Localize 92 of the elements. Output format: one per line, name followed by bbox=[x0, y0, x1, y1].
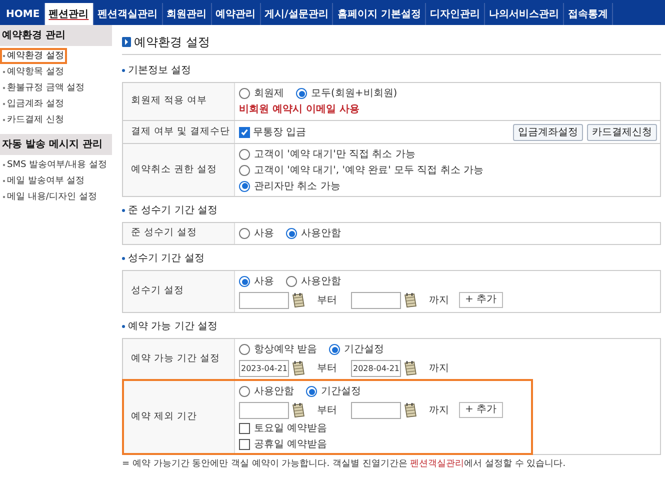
radio-label: 사용안함 bbox=[301, 275, 341, 289]
nav-tab[interactable]: 예약관리 bbox=[212, 3, 261, 25]
radio-button[interactable] bbox=[239, 148, 250, 160]
bullet-icon bbox=[122, 325, 125, 328]
until-label: 까지 bbox=[429, 294, 450, 308]
checkbox-label: 무통장 입금 bbox=[253, 126, 306, 140]
nav-tab[interactable]: 회원관리 bbox=[162, 3, 212, 25]
notice-text: 비회원 예약시 이메일 사용 bbox=[239, 103, 360, 117]
from-label: 부터 bbox=[317, 294, 338, 308]
section-title: 성수기 기간 설정 bbox=[128, 252, 204, 266]
checkbox[interactable] bbox=[239, 126, 250, 138]
row-label: 성수기 설정 bbox=[131, 284, 184, 298]
date-field[interactable] bbox=[351, 402, 401, 418]
radio-button[interactable] bbox=[239, 88, 250, 99]
date-field[interactable] bbox=[239, 402, 289, 418]
sidebar-item[interactable]: 환불규정 금액 설정 bbox=[0, 80, 88, 96]
row-label: 예약취소 권한 설정 bbox=[131, 162, 218, 177]
arrow-icon bbox=[122, 37, 131, 47]
nav-tab[interactable]: 접속통계 bbox=[564, 3, 613, 25]
row-label: 회원제 적용 여부 bbox=[131, 94, 208, 108]
section-title: 기본정보 설정 bbox=[128, 64, 192, 78]
radio-button[interactable] bbox=[329, 344, 340, 355]
calendar-icon[interactable] bbox=[291, 402, 305, 418]
row-label: 준 성수기 설정 bbox=[131, 226, 198, 240]
nav-tab[interactable]: 디자인관리 bbox=[426, 3, 485, 25]
row-label: 예약 제외 기간 bbox=[131, 410, 198, 424]
calendar-icon[interactable] bbox=[403, 402, 417, 418]
checkbox-label: 공휴일 예약받음 bbox=[254, 438, 328, 452]
radio-button[interactable] bbox=[239, 228, 250, 239]
radio-label: 사용안함 bbox=[301, 227, 341, 241]
radio-button[interactable] bbox=[239, 386, 250, 397]
radio-button[interactable] bbox=[296, 88, 307, 99]
calendar-icon[interactable] bbox=[403, 360, 417, 376]
bullet-icon bbox=[122, 257, 125, 260]
calendar-icon[interactable] bbox=[403, 292, 417, 308]
radio-label: 고객이 '예약 대기', '예약 완료' 모두 직접 취소 가능 bbox=[254, 164, 484, 178]
sidebar-item[interactable]: SMS 발송여부/내용 설정 bbox=[0, 157, 110, 173]
sidebar-item[interactable]: 메일 발송여부 설정 bbox=[0, 173, 88, 189]
row-label: 예약 가능 기간 설정 bbox=[131, 352, 220, 366]
checkbox[interactable] bbox=[239, 422, 250, 434]
settings-button[interactable]: 입금계좌설정 bbox=[513, 124, 583, 140]
radio-label: 사용 bbox=[254, 227, 274, 241]
date-field[interactable]: 2028-04-21 bbox=[351, 360, 401, 376]
radio-label: 항상예약 받음 bbox=[254, 343, 318, 357]
page-title: 예약환경 설정 bbox=[134, 34, 210, 51]
radio-label: 모두(회원+비회원) bbox=[311, 87, 398, 101]
sidebar-item[interactable]: 카드결제 신청 bbox=[0, 112, 67, 128]
add-button[interactable]: + 추가 bbox=[459, 292, 503, 308]
sidebar-group-title: 예약환경 관리 bbox=[0, 25, 112, 46]
checkbox-label: 토요일 예약받음 bbox=[254, 422, 328, 436]
from-label: 부터 bbox=[317, 404, 338, 418]
radio-button[interactable] bbox=[306, 386, 317, 397]
section-title: 준 성수기 기간 설정 bbox=[128, 204, 218, 218]
radio-label: 고객이 '예약 대기'만 직접 취소 가능 bbox=[254, 148, 416, 162]
sidebar-group-title: 자동 발송 메시지 관리 bbox=[0, 134, 112, 155]
sidebar-item[interactable]: 입금계좌 설정 bbox=[0, 96, 67, 112]
settings-button[interactable]: 카드결제신청 bbox=[587, 124, 657, 140]
checkbox[interactable] bbox=[239, 438, 250, 450]
sidebar-item[interactable]: 메일 내용/디자인 설정 bbox=[0, 189, 100, 205]
radio-label: 회원제 bbox=[254, 87, 284, 101]
radio-button[interactable] bbox=[286, 228, 297, 239]
nav-tab[interactable]: 게시/설문관리 bbox=[260, 3, 334, 25]
sidebar-item[interactable]: 예약환경 설정 bbox=[0, 48, 67, 64]
nav-tab[interactable]: 펜션관리 bbox=[44, 3, 94, 25]
row-label: 결제 여부 및 결제수단 bbox=[131, 124, 230, 139]
sidebar-item[interactable]: 예약항목 설정 bbox=[0, 64, 67, 80]
radio-label: 사용 bbox=[254, 275, 274, 289]
radio-label: 기간설정 bbox=[344, 343, 384, 357]
bullet-icon bbox=[122, 209, 125, 212]
calendar-icon[interactable] bbox=[291, 292, 305, 308]
radio-label: 사용안함 bbox=[254, 385, 294, 399]
from-label: 부터 bbox=[317, 362, 338, 376]
radio-button[interactable] bbox=[286, 276, 297, 287]
section-title: 예약 가능 기간 설정 bbox=[128, 320, 218, 334]
radio-button[interactable] bbox=[239, 344, 250, 355]
radio-button[interactable] bbox=[239, 276, 250, 287]
radio-button[interactable] bbox=[239, 164, 250, 176]
until-label: 까지 bbox=[429, 404, 450, 418]
date-field[interactable] bbox=[351, 292, 401, 308]
date-field[interactable] bbox=[239, 292, 289, 308]
radio-label: 기간설정 bbox=[321, 385, 361, 399]
date-field[interactable]: 2023-04-21 bbox=[239, 360, 289, 376]
add-button[interactable]: + 추가 bbox=[459, 402, 503, 418]
radio-button[interactable] bbox=[239, 180, 250, 192]
until-label: 까지 bbox=[429, 362, 450, 376]
footnote-text: = 예약 가능기간 동안에만 객실 예약이 가능합니다. 객실별 진열기간은 펜션객실관리에서 설정할 수 있습니다. bbox=[122, 458, 567, 471]
nav-tab[interactable]: 나의서비스관리 bbox=[484, 3, 564, 25]
bullet-icon bbox=[122, 69, 125, 72]
radio-label: 관리자만 취소 가능 bbox=[254, 180, 340, 194]
room-management-link[interactable]: 펜션객실관리 bbox=[410, 459, 464, 469]
calendar-icon[interactable] bbox=[291, 360, 305, 376]
nav-tab[interactable]: 홈페이지 기본설정 bbox=[333, 3, 426, 25]
